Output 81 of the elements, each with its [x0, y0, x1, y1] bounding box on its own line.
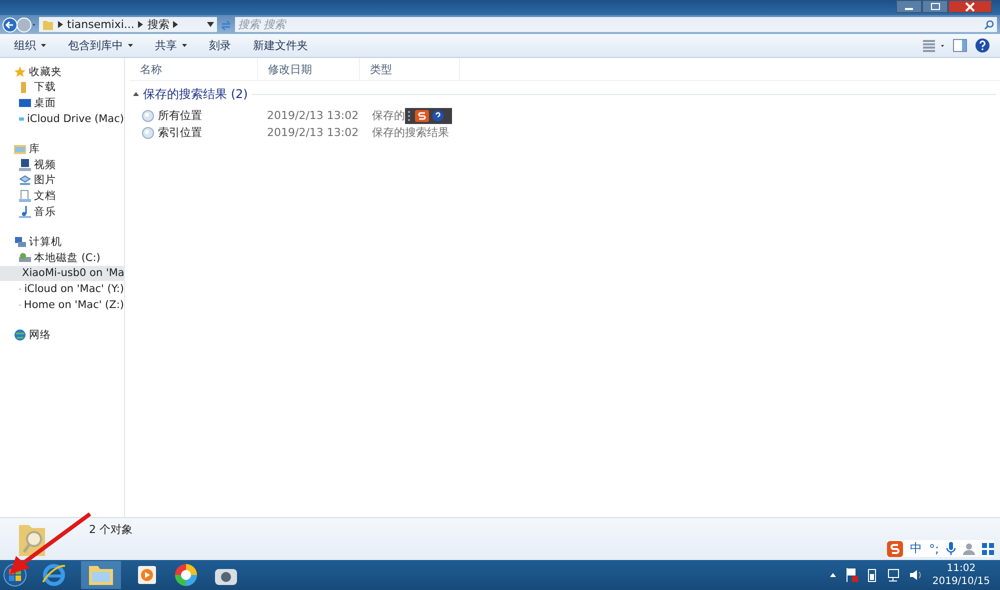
saved-search-icon	[142, 110, 154, 122]
nav-item[interactable]: 图片	[0, 172, 124, 188]
view-options-icon[interactable]	[923, 40, 945, 52]
table-cell: 保存的	[372, 108, 405, 123]
caret-icon	[41, 44, 46, 47]
clock-time[interactable]: 11:02	[946, 562, 976, 575]
file-name[interactable]: 所有位置	[158, 108, 202, 123]
help-icon	[432, 110, 444, 122]
grid-icon[interactable]	[982, 542, 994, 554]
minimize-button[interactable]	[896, 0, 922, 13]
video-icon	[19, 158, 31, 171]
network-icon[interactable]	[886, 568, 900, 582]
clock-date[interactable]: 2019/10/15	[932, 575, 990, 588]
file-name[interactable]: 索引位置	[158, 125, 202, 140]
item-count: 2 个对象	[89, 522, 132, 536]
globe-icon	[14, 329, 26, 342]
microphone-icon[interactable]	[946, 542, 956, 556]
preview-pane-icon[interactable]	[953, 39, 967, 52]
volume-icon[interactable]	[910, 569, 922, 581]
nav-item[interactable]: 文档	[0, 188, 124, 204]
desktop-icon	[19, 96, 31, 109]
caret-icon	[128, 44, 133, 47]
caret-icon[interactable]	[207, 22, 214, 27]
search-field[interactable]: 搜索 搜索	[235, 17, 997, 32]
media-player-icon[interactable]	[135, 563, 159, 587]
nav-item[interactable]: Home on 'Mac' (Z:)	[0, 296, 124, 312]
group-header[interactable]: 保存的搜索结果 (2)	[143, 86, 248, 102]
breadcrumb[interactable]: 搜索	[147, 17, 170, 32]
nav-group[interactable]: 计算机	[0, 234, 124, 250]
nav-item[interactable]: iCloud Drive (Mac)	[0, 110, 124, 126]
column-header[interactable]: 修改日期	[258, 58, 360, 80]
table-cell-text: 2019/2/13 13:02	[266, 109, 360, 122]
nav-item[interactable]: XiaoMi-usb0 on 'Ma	[0, 266, 124, 282]
toolbar-button[interactable]: 包含到库中	[61, 36, 140, 55]
table-cell-text: 2019/2/13 13:02	[266, 126, 360, 139]
computer-icon	[14, 236, 26, 248]
column-header[interactable]: 名称	[130, 58, 258, 80]
table-cell: 保存的搜索结果	[372, 125, 449, 140]
toolbar-button[interactable]: 共享	[148, 36, 194, 55]
back-forward-icon[interactable]	[2, 16, 36, 32]
saved-search-icon	[142, 126, 154, 138]
nav-group[interactable]: 收藏夹	[0, 64, 124, 80]
address-bar[interactable]: tiansemixi... 搜索	[39, 17, 217, 32]
chevron-icon[interactable]	[173, 21, 178, 28]
help-icon[interactable]	[975, 38, 990, 53]
nav-item[interactable]: iCloud on 'Mac' (Y:)	[0, 281, 124, 297]
browser-icon[interactable]	[41, 562, 67, 588]
nav-item[interactable]: 本地磁盘 (C:)	[0, 250, 124, 266]
document-icon	[19, 190, 31, 202]
library-icon	[14, 143, 26, 156]
flag-icon[interactable]	[846, 568, 858, 582]
breadcrumb[interactable]: tiansemixi...	[67, 18, 134, 31]
nav-item[interactable]: 视频	[0, 156, 124, 173]
show-hidden-icons-button[interactable]	[830, 573, 836, 577]
ime-logo-icon[interactable]	[886, 540, 903, 556]
nav-group[interactable]: 网络	[0, 327, 124, 343]
chevron-icon[interactable]	[58, 21, 63, 28]
music-note-icon	[19, 206, 31, 218]
color-wheel-icon[interactable]	[173, 562, 199, 588]
chevron-icon[interactable]	[138, 21, 144, 28]
nav-item[interactable]: 音乐	[0, 204, 124, 220]
collapse-icon[interactable]	[133, 92, 139, 96]
ime-toolbar[interactable]	[405, 108, 452, 124]
toolbar-button[interactable]: 新建文件夹	[246, 36, 315, 55]
toolbar-button[interactable]: 组织	[7, 36, 53, 55]
nav-item[interactable]: 桌面	[0, 95, 124, 111]
ime-logo-icon	[415, 110, 429, 122]
close-icon	[965, 2, 975, 12]
ime-mode[interactable]: °;	[928, 542, 939, 556]
battery-icon[interactable]	[868, 568, 876, 582]
nav-item[interactable]: 下载	[0, 80, 124, 96]
star-icon	[14, 66, 26, 78]
restore-button[interactable]	[922, 0, 948, 13]
caret-icon	[182, 44, 187, 47]
nav-group[interactable]: 库	[0, 141, 124, 157]
picture-icon	[19, 174, 31, 186]
column-header[interactable]: 类型	[360, 58, 460, 80]
close-button[interactable]	[948, 0, 992, 13]
toolbar-button[interactable]: 刻录	[202, 36, 238, 55]
drive-icon	[19, 252, 31, 264]
ime-mode[interactable]: 中	[910, 540, 922, 557]
